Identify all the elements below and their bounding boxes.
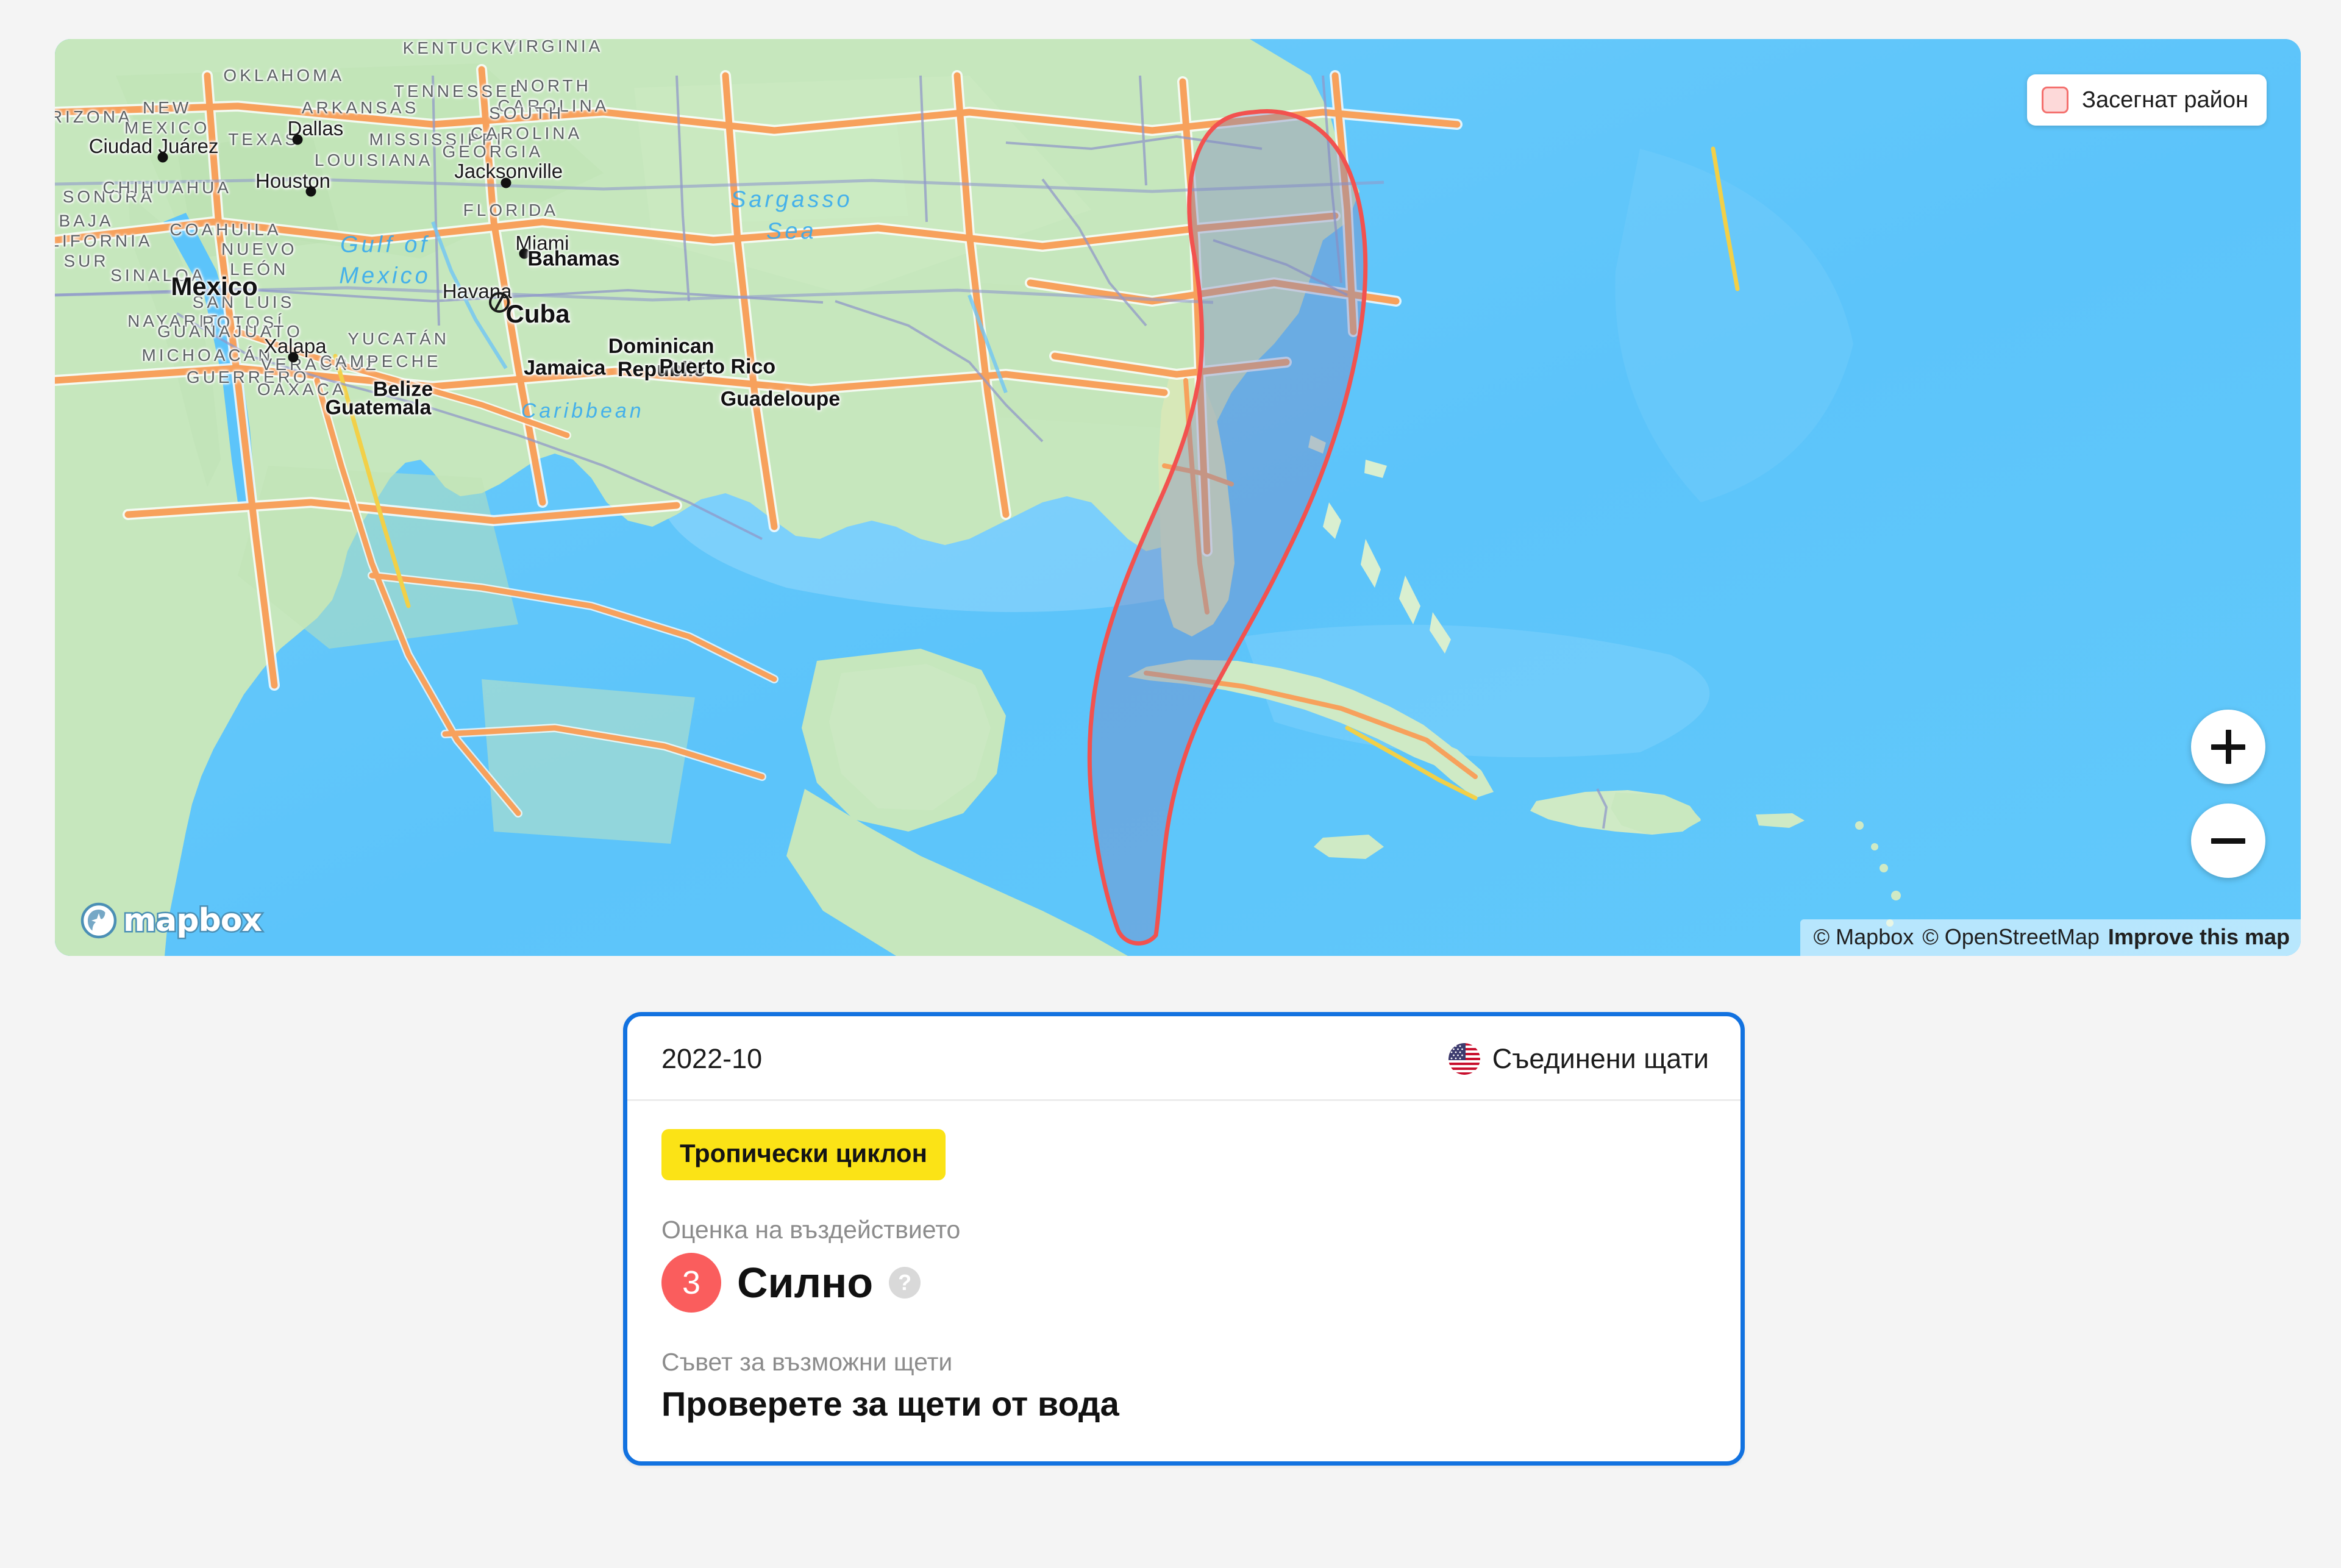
legend-label: Засегнат район [2082,87,2248,113]
map-state-label: TENNESSEE [393,81,525,101]
map-state-label: ARIZONA [55,107,133,126]
attribution-mapbox[interactable]: © Mapbox [1814,924,1914,950]
map-state-label: YUCATÁN [347,329,449,348]
cyclone-marker-icon [489,291,510,313]
map-legend: Засегнат район [2027,74,2267,126]
map-state-label: LOUISIANA [314,150,433,169]
impact-score-label: Оценка на въздействието [661,1216,961,1244]
map-state-label: CAMPECHE [319,352,441,371]
damage-advice-label: Съвет за възможни щети [661,1348,953,1376]
map-state-label: COAHUILA [169,219,282,239]
map-labels: ARIZONANEW MEXICO OKLAHOMA TEXASARKANSAS LO… [55,39,2301,956]
map-state-label: MISSISSIPPI [369,130,505,149]
map-state-label: VIRGINIA [504,39,604,56]
attribution-osm[interactable]: © OpenStreetMap [1922,924,2100,950]
map-state-label: NAYARIT [127,312,221,331]
map-state-label: SONORA [62,187,155,206]
map-container[interactable]: ARIZONANEW MEXICO OKLAHOMA TEXASARKANSAS LO… [55,39,2301,956]
severity-badge: 3 [661,1253,721,1313]
map-state-label: OAXACA [257,379,347,399]
map-state-label: GEORGIA [442,141,544,161]
map-state-label: SAN LUIS POTOSÍ [192,293,295,332]
plus-icon-vertical [2225,730,2231,764]
impact-score-row: 3 Силно ? [661,1253,1706,1313]
map-state-label: OKLAHOMA [223,66,345,85]
map-city-label: Ciudad Juárez [88,134,219,157]
map-country-label: Jamaica [524,356,606,380]
map-city-dot [305,186,316,197]
map-state-label: SINALOA [110,266,206,285]
map-water-label: Caribbean [521,399,644,422]
map-state-label: SOUTH CAROLINA [471,104,583,143]
map-state-label: MICHOACÁN [141,345,274,365]
map-attribution[interactable]: © Mapbox © OpenStreetMap Improve this ma… [1800,919,2301,956]
event-card: 2022-10 Съединени щати Тропически циклон… [623,1012,1745,1466]
map-state-label: TEXAS [228,130,300,149]
card-header: 2022-10 Съединени щати [627,1016,1741,1101]
card-body: Тропически циклон Оценка на въздействиет… [627,1101,1741,1461]
us-flag-icon [1448,1043,1480,1075]
attribution-improve-link[interactable]: Improve this map [2108,924,2290,950]
map-state-label: FLORIDA [463,201,559,220]
map-country-label: Bahamas [527,247,620,271]
map-city-label: Houston [255,169,330,193]
mapbox-logo-text: mapbox [122,901,264,941]
map-state-label: GUANAJUATO [157,321,303,341]
mapbox-logo[interactable]: mapbox [80,901,264,941]
country-name: Съединени щати [1492,1043,1709,1074]
map-state-label: NORTH CAROLINA [497,76,610,116]
zoom-out-button[interactable] [2191,804,2265,878]
map-state-label: CHIHUAHUA [102,177,232,197]
severity-label: Силно [737,1259,874,1306]
country-row: Съединени щати [1448,1043,1709,1075]
map-country-label: Mexico [171,272,258,301]
map-country-label: Belize [372,377,433,401]
mapbox-wordmark: mapbox [122,901,264,941]
event-type-tag: Тропически циклон [661,1129,946,1180]
map-zoom-controls[interactable] [2191,710,2265,878]
map-state-label: BAJA CALIFORNIA SUR [55,211,153,271]
page-root: ARIZONANEW MEXICO OKLAHOMA TEXASARKANSAS LO… [0,0,2341,1568]
damage-advice-value: Проверете за щети от вода [661,1384,1119,1423]
zoom-in-button[interactable] [2191,710,2265,784]
map-country-label: Guatemala [325,396,432,419]
map-state-label: KENTUCKY [402,39,521,58]
mapbox-logo-icon [80,902,117,939]
map-state-label: VERACRUZ [260,354,379,374]
map-city-dot [519,248,530,259]
map-state-label: NEW MEXICO [124,98,210,138]
help-icon[interactable]: ? [889,1267,921,1299]
map-city-dot [501,177,511,188]
map-state-label: GUERRERO [186,367,310,387]
map-water-label: Gulf of Mexico [339,232,431,289]
map-country-label: Guadeloupe [720,387,841,411]
event-date: 2022-10 [661,1043,763,1074]
minus-icon [2211,838,2245,844]
map-city-dot [157,152,168,163]
legend-swatch-icon [2042,87,2069,113]
map-country-label: Dominican Republic [608,335,714,382]
map-country-label: Cuba [505,299,570,329]
map-country-label: Puerto Rico [659,355,776,379]
map-water-label: Sargasso Sea [730,187,853,244]
map-state-label: NUEVO LEÓN [221,239,298,279]
map-city-dot [288,352,298,363]
map-state-label: ARKANSAS [301,98,419,117]
map-city-dot [292,134,303,145]
